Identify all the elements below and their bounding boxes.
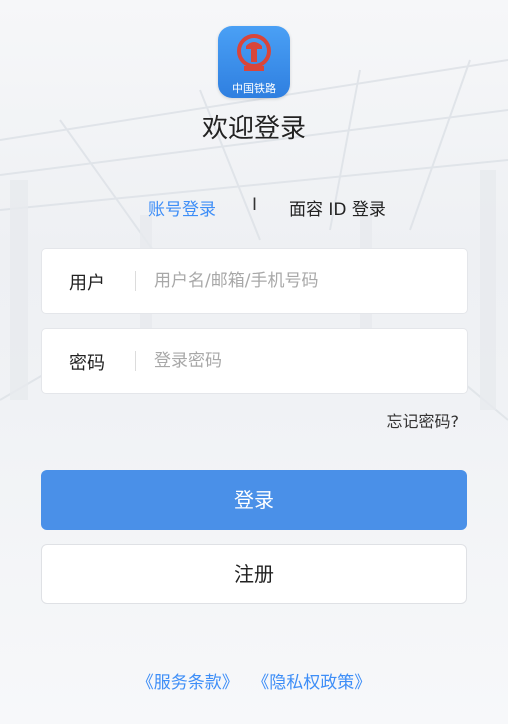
privacy-policy-link[interactable]: 《隐私权政策》 xyxy=(252,673,371,693)
password-label: 密码 xyxy=(69,353,105,374)
tab-separator: I xyxy=(252,195,258,215)
logo-text: 中国铁路 xyxy=(232,82,276,95)
china-railway-logo-icon xyxy=(237,34,271,71)
app-logo: 中国铁路 xyxy=(218,26,290,98)
tab-face-id-login[interactable]: 面容 ID 登录 xyxy=(289,195,386,220)
field-divider xyxy=(135,351,136,371)
username-field: 用户 xyxy=(41,248,468,314)
forgot-password-link[interactable]: 忘记密码? xyxy=(387,408,460,432)
login-tabs: 账号登录 I 面容 ID 登录 xyxy=(0,195,508,221)
tab-account-login[interactable]: 账号登录 xyxy=(148,195,216,220)
page-title: 欢迎登录 xyxy=(201,114,306,144)
register-button[interactable]: 注册 xyxy=(41,544,467,604)
terms-of-service-link[interactable]: 《服务条款》 xyxy=(137,673,239,693)
login-button[interactable]: 登录 xyxy=(41,470,467,530)
username-input[interactable] xyxy=(152,263,456,299)
password-field: 密码 xyxy=(41,328,468,394)
footer-links: 《服务条款》 《隐私权政策》 xyxy=(0,668,508,693)
password-input[interactable] xyxy=(152,343,456,379)
username-label: 用户 xyxy=(69,273,105,294)
field-divider xyxy=(135,271,136,291)
